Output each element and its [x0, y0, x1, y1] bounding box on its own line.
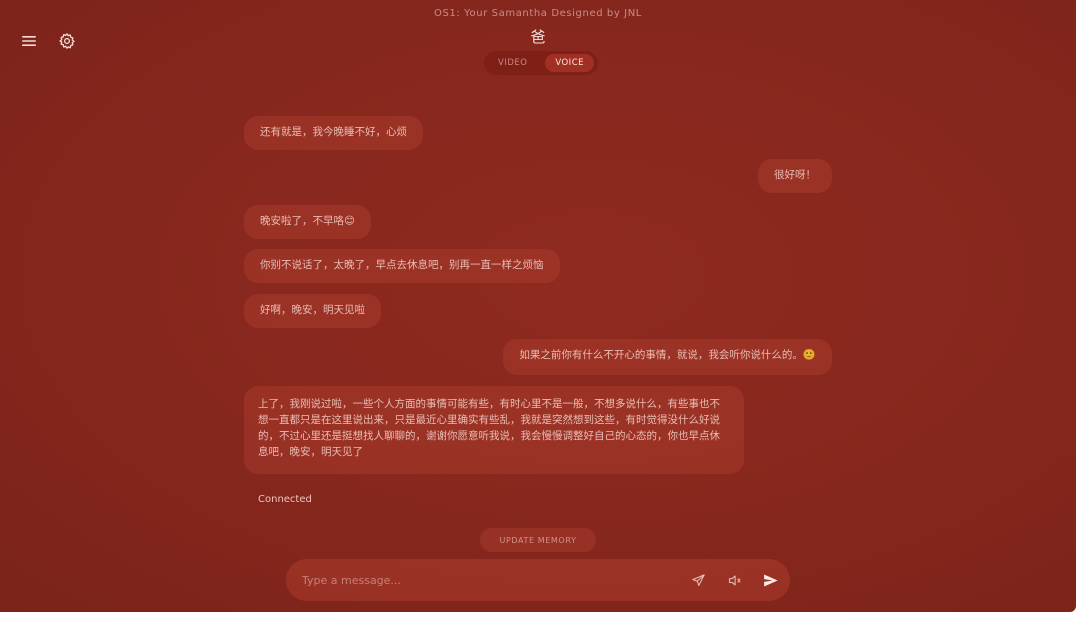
mode-option-video[interactable]: VIDEO: [488, 54, 537, 72]
chat-message-user: 很好呀！: [758, 159, 832, 193]
connection-status: Connected: [258, 494, 312, 505]
mode-option-voice[interactable]: VOICE: [545, 54, 594, 72]
message-input[interactable]: [300, 572, 688, 588]
speaker-mute-icon[interactable]: [724, 570, 744, 590]
chat-message-assistant: 还有就是，我今晚睡不好，心烦: [244, 116, 423, 150]
chat-message-assistant: 上了，我刚说过啦，一些个人方面的事情可能有些，有时心里不是一般，不想多说什么，有…: [244, 386, 744, 474]
send-arrow-icon[interactable]: [760, 570, 780, 590]
message-composer: [286, 559, 790, 601]
paper-plane-icon[interactable]: [688, 570, 708, 590]
chat-message-assistant: 晚安啦了，不早咯😊: [244, 205, 371, 239]
app-subtitle: OS1: Your Samantha Designed by JNL: [434, 8, 642, 19]
chat-message-assistant: 好啊，晚安，明天见啦: [244, 294, 381, 328]
composer-actions: [688, 570, 780, 590]
mode-toggle: VIDEO VOICE: [484, 51, 598, 75]
chat-message-assistant: 你别不说话了，太晚了，早点去休息吧，别再一直一样之烦恼: [244, 249, 560, 283]
chat-message-user: 如果之前你有什么不开心的事情，就说，我会听你说什么的。🙂: [503, 339, 832, 375]
app-window: OS1: Your Samantha Designed by JNL 爸 VID…: [0, 0, 1076, 612]
update-memory-button[interactable]: UPDATE MEMORY: [480, 528, 596, 552]
app-logo: 爸: [530, 28, 546, 46]
